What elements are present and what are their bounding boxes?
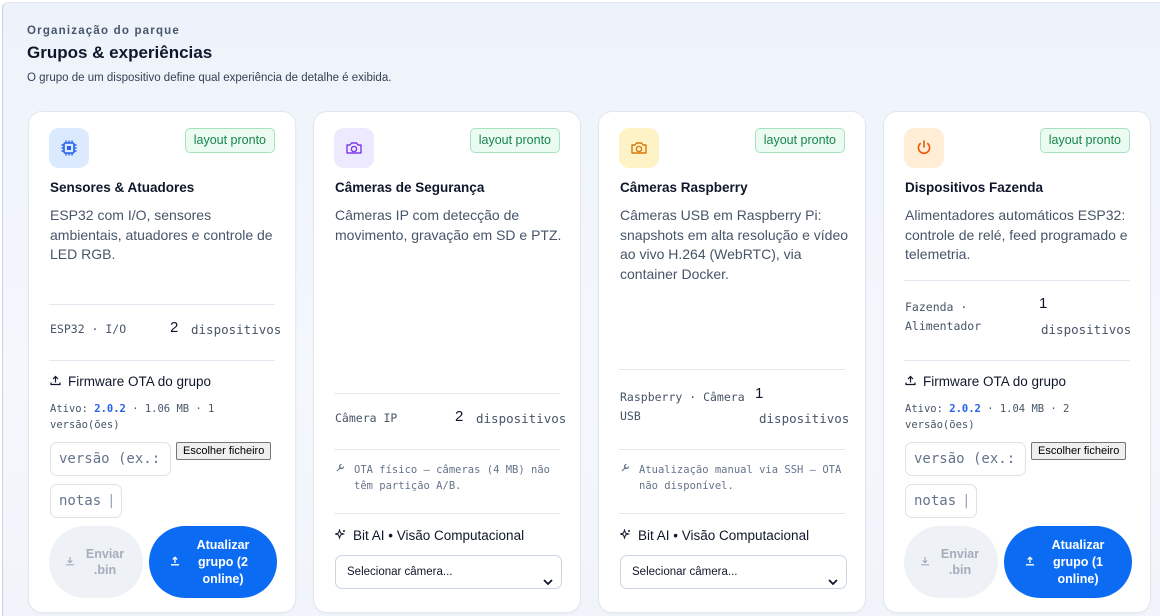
upload-icon [905,374,916,389]
ota-title: Firmware OTA do grupo [68,374,212,389]
sparkle-icon [618,528,631,543]
download-icon [920,554,930,570]
camera-select[interactable]: Selecionar câmera... [620,555,847,589]
divider [49,304,275,305]
version-input[interactable]: versão (ex.: [50,442,171,476]
active-version: 2.0.2 [94,403,126,415]
chip-icon [49,128,89,168]
group-card-cameras-raspberry: layout pronto Câmeras Raspberry Câmeras … [598,111,866,613]
device-count: 2 [455,408,464,425]
divider [904,280,1130,281]
device-count: 1 [1039,295,1048,312]
notes-input[interactable]: notas | [50,484,122,518]
wrench-icon [335,462,346,494]
sparkle-icon [333,528,346,543]
chevron-down-icon [543,567,553,599]
divider [904,360,1130,361]
device-count-unit: dispositivos [1041,322,1132,337]
divider [619,513,845,514]
camera-select-value: Selecionar câmera... [632,566,738,578]
send-bin-label: Enviar .bin [85,547,125,577]
upload-icon [170,554,180,571]
bit-ai-title: Bit AI • Visão Computacional [353,528,525,543]
divider [49,360,275,361]
update-group-label: Atualizar grupo (2 online) [196,537,250,586]
version-input[interactable]: versão (ex.: [905,442,1026,476]
group-name: Câmeras de Segurança [335,180,485,195]
layout-ready-badge: layout pronto [469,128,560,153]
divider [334,449,560,450]
group-description: Alimentadores automáticos ESP32: control… [905,207,1128,262]
group-name: Sensores & Atuadores [50,180,195,195]
camera-icon [619,128,659,168]
active-version: 2.0.2 [949,403,981,415]
group-description: ESP32 com I/O, sensores ambientais, atua… [50,207,273,262]
bit-ai-header: Bit AI • Visão Computacional [618,528,810,543]
bit-ai-title: Bit AI • Visão Computacional [638,528,810,543]
ota-active-info: Ativo: 2.0.2 · 1.06 MB · 1 versão(ões) [50,403,215,431]
send-bin-button[interactable]: Enviar .bin [49,526,143,598]
ota-note-text: Atualização manual via SSH — OTA não dis… [639,464,842,492]
wrench-icon [620,462,631,494]
group-card-cameras-seguranca: layout pronto Câmeras de Segurança Câmer… [313,111,581,613]
ota-note-text: OTA físico — câmeras (4 MB) não têm part… [354,464,550,492]
layout-ready-badge: layout pronto [1039,128,1130,153]
device-type-label: Raspberry · Câmera USB [620,390,745,423]
device-count: 2 [170,319,179,336]
ota-active-info: Ativo: 2.0.2 · 1.04 MB · 2 versão(ões) [905,403,1070,431]
device-type-label: Fazenda · Alimentador [905,300,982,333]
update-group-label: Atualizar grupo (1 online) [1051,537,1105,586]
divider [334,513,560,514]
page-eyebrow: Organização do parque [27,25,181,37]
group-name: Dispositivos Fazenda [905,180,1044,195]
camera-icon [334,128,374,168]
group-name: Câmeras Raspberry [620,180,748,195]
send-bin-button[interactable]: Enviar .bin [904,526,998,598]
divider [334,393,560,394]
notes-input[interactable]: notas | [905,484,977,518]
ota-section-header: Firmware OTA do grupo [50,374,211,389]
camera-select-value: Selecionar câmera... [347,566,453,578]
page-background: Organização do parque Grupos & experiênc… [2,2,1160,616]
ota-note: Atualização manual via SSH — OTA não dis… [620,462,850,494]
download-icon [65,554,75,570]
group-description: Câmeras USB em Raspberry Pi: snapshots e… [620,207,849,282]
device-count: 1 [755,385,764,402]
power-icon [904,128,944,168]
page-subtitle: O grupo de um dispositivo define qual ex… [27,72,392,84]
divider [619,449,845,450]
ota-section-header: Firmware OTA do grupo [905,374,1066,389]
layout-ready-badge: layout pronto [184,128,275,153]
device-count-unit: dispositivos [191,322,282,337]
page-title: Grupos & experiências [27,43,213,62]
update-group-button[interactable]: Atualizar grupo (1 online) [1004,526,1132,598]
ota-title: Firmware OTA do grupo [923,374,1067,389]
choose-file-button[interactable]: Escolher ficheiro [176,442,272,460]
update-group-button[interactable]: Atualizar grupo (2 online) [149,526,277,598]
choose-file-button[interactable]: Escolher ficheiro [1031,442,1127,460]
group-card-fazenda: layout pronto Dispositivos Fazenda Alime… [883,111,1151,613]
layout-ready-badge: layout pronto [754,128,845,153]
divider [619,369,845,370]
camera-select[interactable]: Selecionar câmera... [335,555,562,589]
device-count-unit: dispositivos [759,411,850,426]
group-description: Câmeras IP com detecção de movimento, gr… [335,207,562,243]
device-count-unit: dispositivos [476,411,567,426]
upload-icon [50,374,61,389]
ota-note: OTA físico — câmeras (4 MB) não têm part… [335,462,565,494]
group-card-sensores: layout pronto Sensores & Atuadores ESP32… [28,111,296,613]
send-bin-label: Enviar .bin [940,547,980,577]
chevron-down-icon [828,567,838,599]
bit-ai-header: Bit AI • Visão Computacional [333,528,525,543]
page-header: Organização do parque Grupos & experiênc… [27,25,391,84]
device-type-label: Câmera IP [335,411,398,425]
device-type-label: ESP32 · I/O [50,322,127,336]
upload-icon [1025,554,1035,571]
